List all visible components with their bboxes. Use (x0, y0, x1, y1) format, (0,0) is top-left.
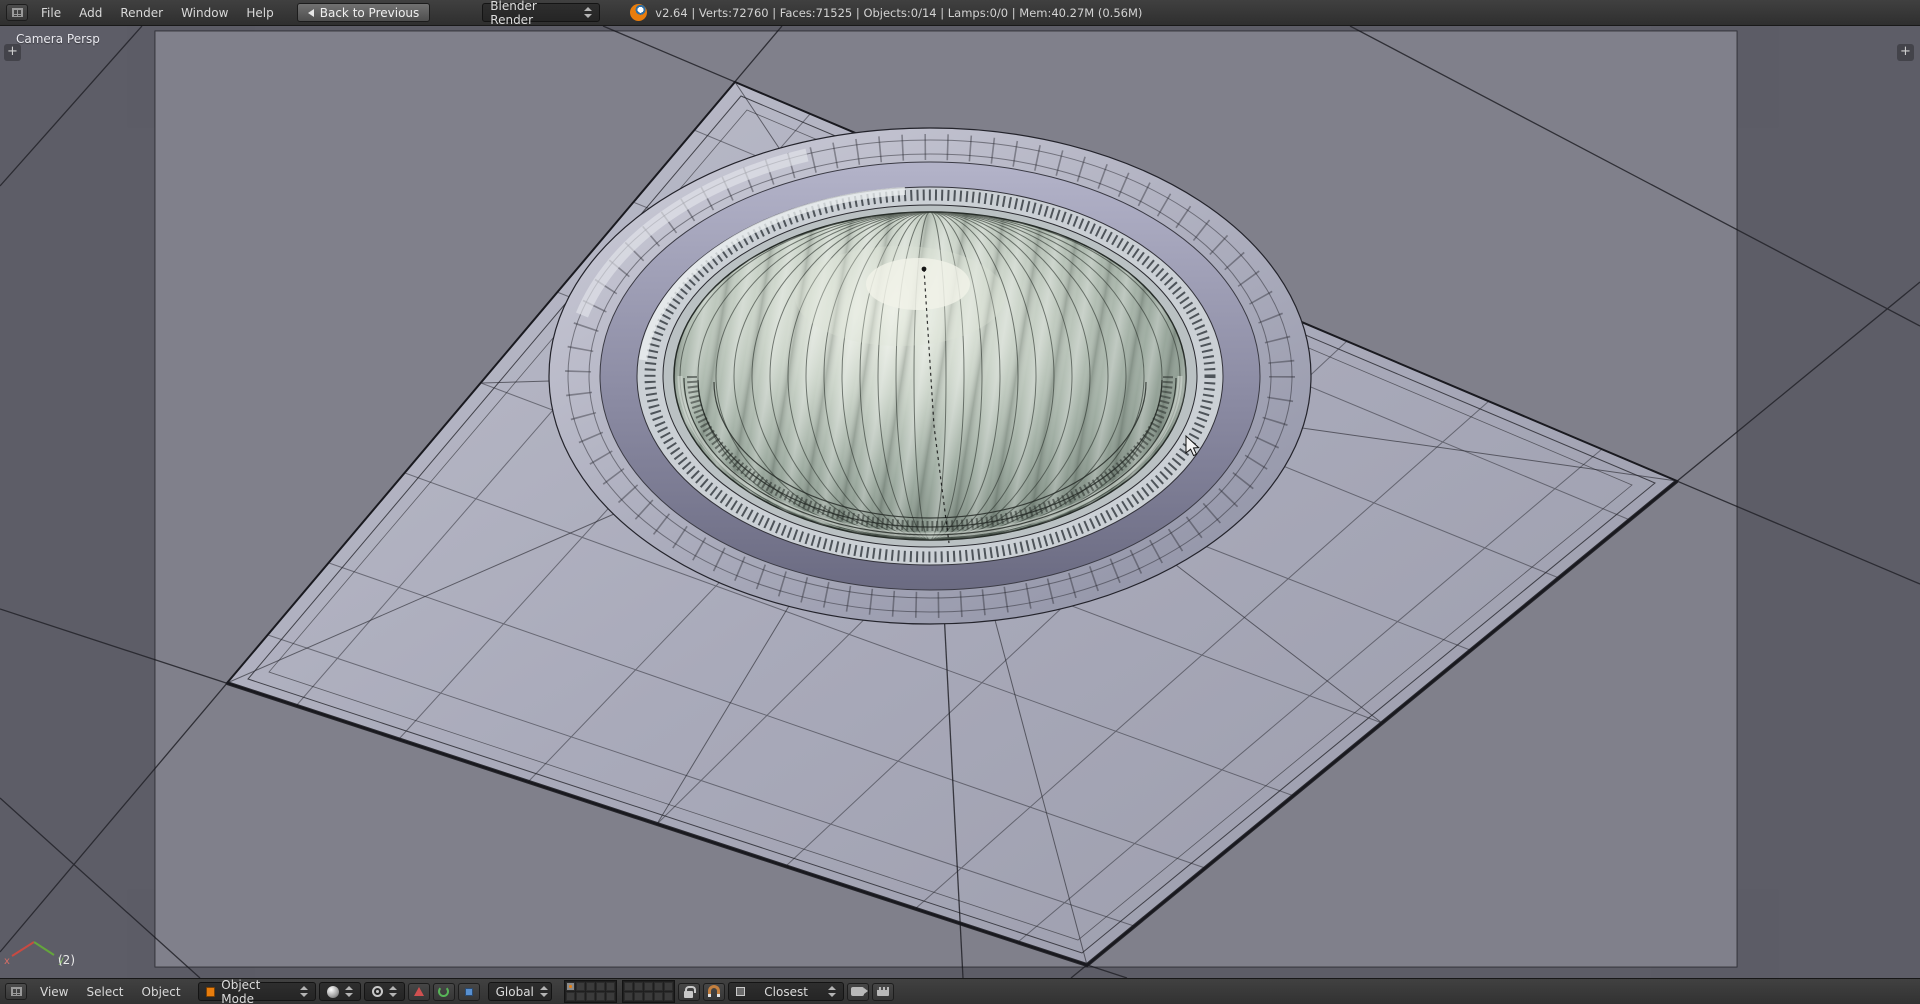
viewport-shading-select[interactable] (318, 982, 361, 1001)
manipulator-translate-toggle[interactable] (407, 982, 430, 1001)
clapperboard-icon (876, 987, 889, 996)
menu-view[interactable]: View (31, 983, 77, 1001)
layer-cell[interactable] (643, 992, 653, 1001)
scale-square-icon (464, 987, 473, 996)
opengl-render-button[interactable] (846, 982, 869, 1001)
lock-icon (684, 985, 697, 998)
object-mode-icon (205, 986, 216, 997)
open-properties-icon[interactable]: + (1897, 44, 1914, 61)
lock-to-scene-toggle[interactable] (677, 982, 700, 1001)
viewport-editor-type-button[interactable] (5, 983, 27, 1000)
layer-cell[interactable] (605, 992, 615, 1001)
menu-render[interactable]: Render (111, 4, 172, 22)
menu-object[interactable]: Object (133, 983, 190, 1001)
menu-file[interactable]: File (32, 4, 70, 22)
open-toolshelf-icon[interactable]: + (4, 44, 21, 61)
layer-cell[interactable] (565, 982, 575, 991)
viewport-editor-icon (10, 987, 22, 996)
active-layer-indicator: (2) (58, 953, 75, 967)
menu-add[interactable]: Add (70, 4, 111, 22)
layer-cell[interactable] (643, 982, 653, 991)
back-to-previous-button[interactable]: Back to Previous (296, 3, 431, 22)
layer-cell[interactable] (605, 982, 615, 991)
layer-cell[interactable] (575, 982, 585, 991)
camera-icon (851, 987, 869, 996)
layer-cell[interactable] (653, 982, 663, 991)
layer-cell[interactable] (595, 982, 605, 991)
chevron-updown-icon (584, 7, 593, 18)
pivot-point-select[interactable] (363, 982, 405, 1001)
layer-cell[interactable] (633, 982, 643, 991)
manipulator-rotate-toggle[interactable] (432, 982, 455, 1001)
scene-statistics: v2.64 | Verts:72760 | Faces:71525 | Obje… (655, 5, 1143, 20)
layer-group-1 (563, 980, 617, 1003)
lamp-fixture-object[interactable] (548, 127, 1312, 625)
chevron-updown-icon (388, 986, 397, 997)
layer-cell[interactable] (623, 992, 633, 1001)
magnet-icon (707, 985, 720, 998)
layer-cell[interactable] (623, 982, 633, 991)
layer-cell[interactable] (565, 992, 575, 1001)
snap-toggle[interactable] (702, 982, 725, 1001)
mode-value: Object Mode (221, 977, 261, 1004)
chevron-updown-icon (299, 986, 308, 997)
back-arrow-icon (307, 8, 314, 17)
3d-viewport[interactable]: x y (2) Camera Persp + + (0, 26, 1920, 978)
blender-logo (630, 4, 648, 21)
layer-cell[interactable] (663, 982, 673, 991)
layer-group-2 (621, 980, 675, 1003)
layer-cell[interactable] (585, 992, 595, 1001)
opengl-render-anim-button[interactable] (871, 982, 894, 1001)
layer-cell[interactable] (633, 992, 643, 1001)
render-engine-value: Blender Render (490, 0, 537, 27)
transform-orientation-select[interactable]: Global (487, 982, 552, 1001)
layer-cell[interactable] (595, 992, 605, 1001)
blender-window: File Add Render Window Help Back to Prev… (0, 0, 1920, 1004)
layer-cell[interactable] (653, 992, 663, 1001)
back-to-previous-label: Back to Previous (319, 5, 420, 20)
snap-target-select[interactable]: Closest (727, 982, 844, 1001)
viewport-header: View Select Object Object Mode Global Cl… (0, 978, 1920, 1004)
layer-cell[interactable] (663, 992, 673, 1001)
viewport-scene: x y (2) (0, 26, 1920, 978)
snap-target-value: Closest (764, 984, 808, 999)
info-header: File Add Render Window Help Back to Prev… (0, 0, 1920, 27)
svg-text:x: x (4, 956, 10, 967)
rotate-arc-icon (438, 986, 450, 997)
layer-cell[interactable] (575, 992, 585, 1001)
pivot-point-icon (371, 986, 383, 997)
chevron-updown-icon (827, 986, 836, 997)
layer-cell[interactable] (585, 982, 595, 991)
snap-element-icon (735, 987, 745, 996)
orientation-value: Global (495, 984, 534, 999)
menu-select[interactable]: Select (77, 983, 132, 1001)
shading-sphere-icon (326, 985, 339, 998)
menu-help[interactable]: Help (237, 4, 282, 22)
menu-window[interactable]: Window (172, 4, 237, 22)
chevron-updown-icon (344, 986, 353, 997)
info-editor-type-button[interactable] (6, 4, 28, 21)
render-engine-select[interactable]: Blender Render (482, 0, 601, 27)
info-editor-icon (11, 8, 23, 17)
layers-widget (563, 980, 675, 1003)
mode-select[interactable]: Object Mode (197, 978, 316, 1004)
view-name-label: Camera Persp (16, 32, 100, 46)
translate-arrow-icon (413, 987, 424, 996)
manipulator-scale-toggle[interactable] (457, 982, 480, 1001)
chevron-updown-icon (539, 986, 548, 997)
